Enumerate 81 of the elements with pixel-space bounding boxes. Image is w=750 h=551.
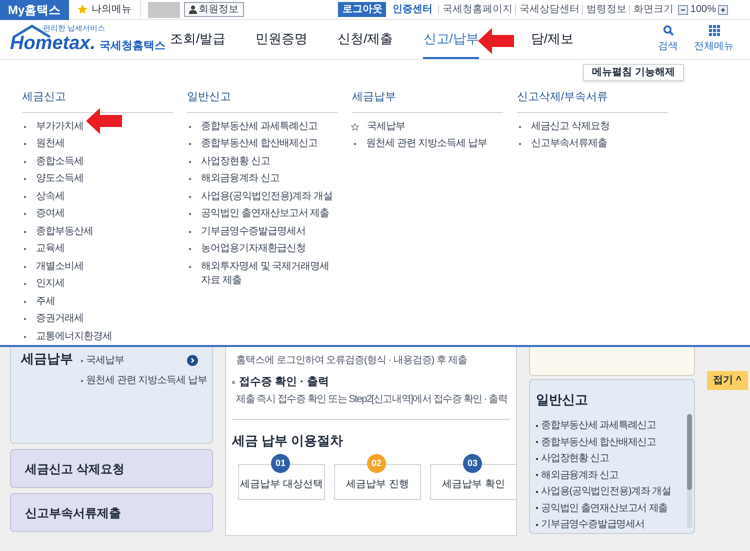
menu-link[interactable]: 부가가치세 bbox=[36, 120, 84, 134]
menu-link[interactable]: 종합부동산세 과세특례신고 bbox=[201, 120, 318, 134]
zoom-out-icon[interactable] bbox=[678, 4, 688, 14]
all-menu-button[interactable]: 전체메뉴 bbox=[694, 25, 734, 54]
menu-link[interactable]: 국세납부 bbox=[367, 120, 405, 134]
menu-link[interactable]: 종합소득세 bbox=[36, 154, 84, 168]
menu-link[interactable]: 해외투자명세 및 국제거래명세 자료 제출 bbox=[201, 260, 338, 288]
panel-link[interactable]: 종합부동산세 과세특례신고 bbox=[541, 418, 656, 434]
search-button[interactable]: 검색 bbox=[658, 25, 678, 54]
panel-link[interactable]: 공익법인 출연재산보고서 제출 bbox=[541, 500, 668, 516]
header-link[interactable]: 국세상담센터 bbox=[515, 4, 582, 14]
user-name-block bbox=[148, 2, 180, 18]
menu-link[interactable]: 교육세 bbox=[36, 242, 64, 256]
menu-link[interactable]: 사업용(공익법인전용)계좌 개설 bbox=[201, 190, 332, 204]
panel-link[interactable]: 해외금융계좌 신고 bbox=[541, 468, 618, 483]
menu-link[interactable]: 개별소비세 bbox=[36, 260, 84, 274]
menu-link[interactable]: 인지세 bbox=[36, 277, 64, 291]
panel-link[interactable]: 사업장현황 신고 bbox=[541, 451, 609, 466]
step-heading: 접수증 확인 · 출력 bbox=[239, 375, 329, 390]
column-heading: 세금납부 bbox=[352, 89, 503, 112]
menu-link[interactable]: 교통에너지환경세 bbox=[36, 330, 112, 344]
menu-link[interactable]: 세금신고 삭제요청 bbox=[531, 120, 610, 134]
menu-link[interactable]: 주세 bbox=[36, 294, 55, 308]
column-heading: 세금신고 bbox=[22, 89, 173, 112]
arrow-right-icon[interactable] bbox=[187, 355, 198, 366]
my-hometax-tab[interactable]: My홈택스 bbox=[0, 0, 69, 20]
menu-link[interactable]: 증여세 bbox=[36, 207, 64, 221]
grid-menu-icon bbox=[708, 25, 720, 36]
search-icon bbox=[662, 25, 674, 36]
panel-link[interactable]: 종합부동산세 합산배제신고 bbox=[541, 434, 656, 450]
header-link[interactable]: 범령정보 bbox=[582, 4, 630, 14]
menu-link[interactable]: 양도소득세 bbox=[36, 172, 84, 186]
menu-link[interactable]: 신고부속서류제출 bbox=[531, 137, 607, 151]
star-icon bbox=[76, 4, 88, 15]
nav-tab[interactable]: 조회/발급 bbox=[170, 20, 226, 59]
menu-link[interactable]: 종합부동산세 합산배제신고 bbox=[201, 137, 318, 151]
star-outline-icon bbox=[351, 122, 359, 130]
panel-link[interactable]: 기부금영수증발급명세서 bbox=[541, 517, 644, 532]
person-icon bbox=[188, 5, 197, 14]
logout-button[interactable]: 로그아웃 bbox=[338, 2, 386, 17]
menu-link[interactable]: 해외금융계좌 신고 bbox=[201, 172, 280, 186]
zoom-in-icon[interactable] bbox=[718, 4, 728, 14]
menu-link[interactable]: 증권거래세 bbox=[36, 312, 84, 326]
header-link[interactable]: 인증센터 bbox=[386, 2, 438, 17]
step-number: 02 bbox=[367, 454, 386, 473]
menu-link[interactable]: 원천세 관련 지방소득세 납부 bbox=[366, 137, 487, 151]
panel-title: 세금납부 bbox=[20, 350, 74, 368]
step-number: 01 bbox=[271, 454, 290, 473]
arrow-icon bbox=[478, 28, 514, 54]
menu-link[interactable]: 상속세 bbox=[36, 190, 64, 204]
zoom-level: 100% bbox=[690, 3, 716, 17]
menu-toggle-button[interactable]: 메뉴펼침 기능해제 bbox=[583, 64, 684, 81]
panel-title: 일반신고 bbox=[536, 391, 589, 409]
panel-link[interactable]: 국세납부 bbox=[86, 353, 124, 368]
menu-link[interactable]: 원천세 bbox=[36, 137, 64, 151]
member-info-button[interactable]: 회원정보 bbox=[184, 2, 244, 17]
guide-text: 제출 즉시 접수증 확인 또는 Step2[신고내역]에서 접수증 확인 · 출력 bbox=[235, 392, 508, 406]
header-link[interactable]: 화면크기 bbox=[629, 4, 676, 14]
header-link[interactable]: 국세청홈페이지 bbox=[438, 4, 516, 14]
menu-link[interactable]: 사업장현황 신고 bbox=[201, 154, 270, 168]
panel-button[interactable]: 신고부속서류제출 bbox=[10, 493, 213, 532]
my-menu-tab[interactable]: 나의메뉴 bbox=[68, 0, 141, 20]
guide-text: 홈택스에 로그인하여 오류검증(형식 · 내용검증) 후 제출 bbox=[235, 354, 468, 368]
step-number: 03 bbox=[463, 454, 482, 473]
menu-link[interactable]: 종합부동산세 bbox=[36, 224, 93, 238]
menu-link[interactable]: 공익법인 출연재산보고서 제출 bbox=[201, 207, 330, 221]
nav-tab[interactable]: 민원증명 bbox=[256, 20, 308, 59]
panel-link[interactable]: 원천세 관련 지방소득세 납부 bbox=[86, 373, 207, 388]
section-title: 세금 납부 이용절차 bbox=[232, 432, 344, 450]
nav-tab[interactable]: 담/제보 bbox=[530, 20, 574, 59]
scrollbar-thumb[interactable] bbox=[687, 414, 692, 490]
menu-link[interactable]: 기부금영수증발급명세서 bbox=[201, 224, 306, 238]
column-heading: 일반신고 bbox=[187, 89, 338, 112]
fold-button[interactable]: 접기 ^ bbox=[707, 371, 748, 390]
panel-link[interactable]: 사업용(공익법인전용)계좌 개설 bbox=[541, 484, 671, 500]
column-heading: 신고삭제/부속서류 bbox=[517, 89, 668, 112]
nav-tab[interactable]: 신청/제출 bbox=[338, 20, 394, 59]
panel-button[interactable]: 세금신고 삭제요청 bbox=[10, 449, 213, 488]
bullet-icon bbox=[232, 380, 235, 384]
menu-link[interactable]: 농어업용기자재환급신청 bbox=[201, 242, 306, 256]
arrow-icon bbox=[86, 108, 122, 134]
